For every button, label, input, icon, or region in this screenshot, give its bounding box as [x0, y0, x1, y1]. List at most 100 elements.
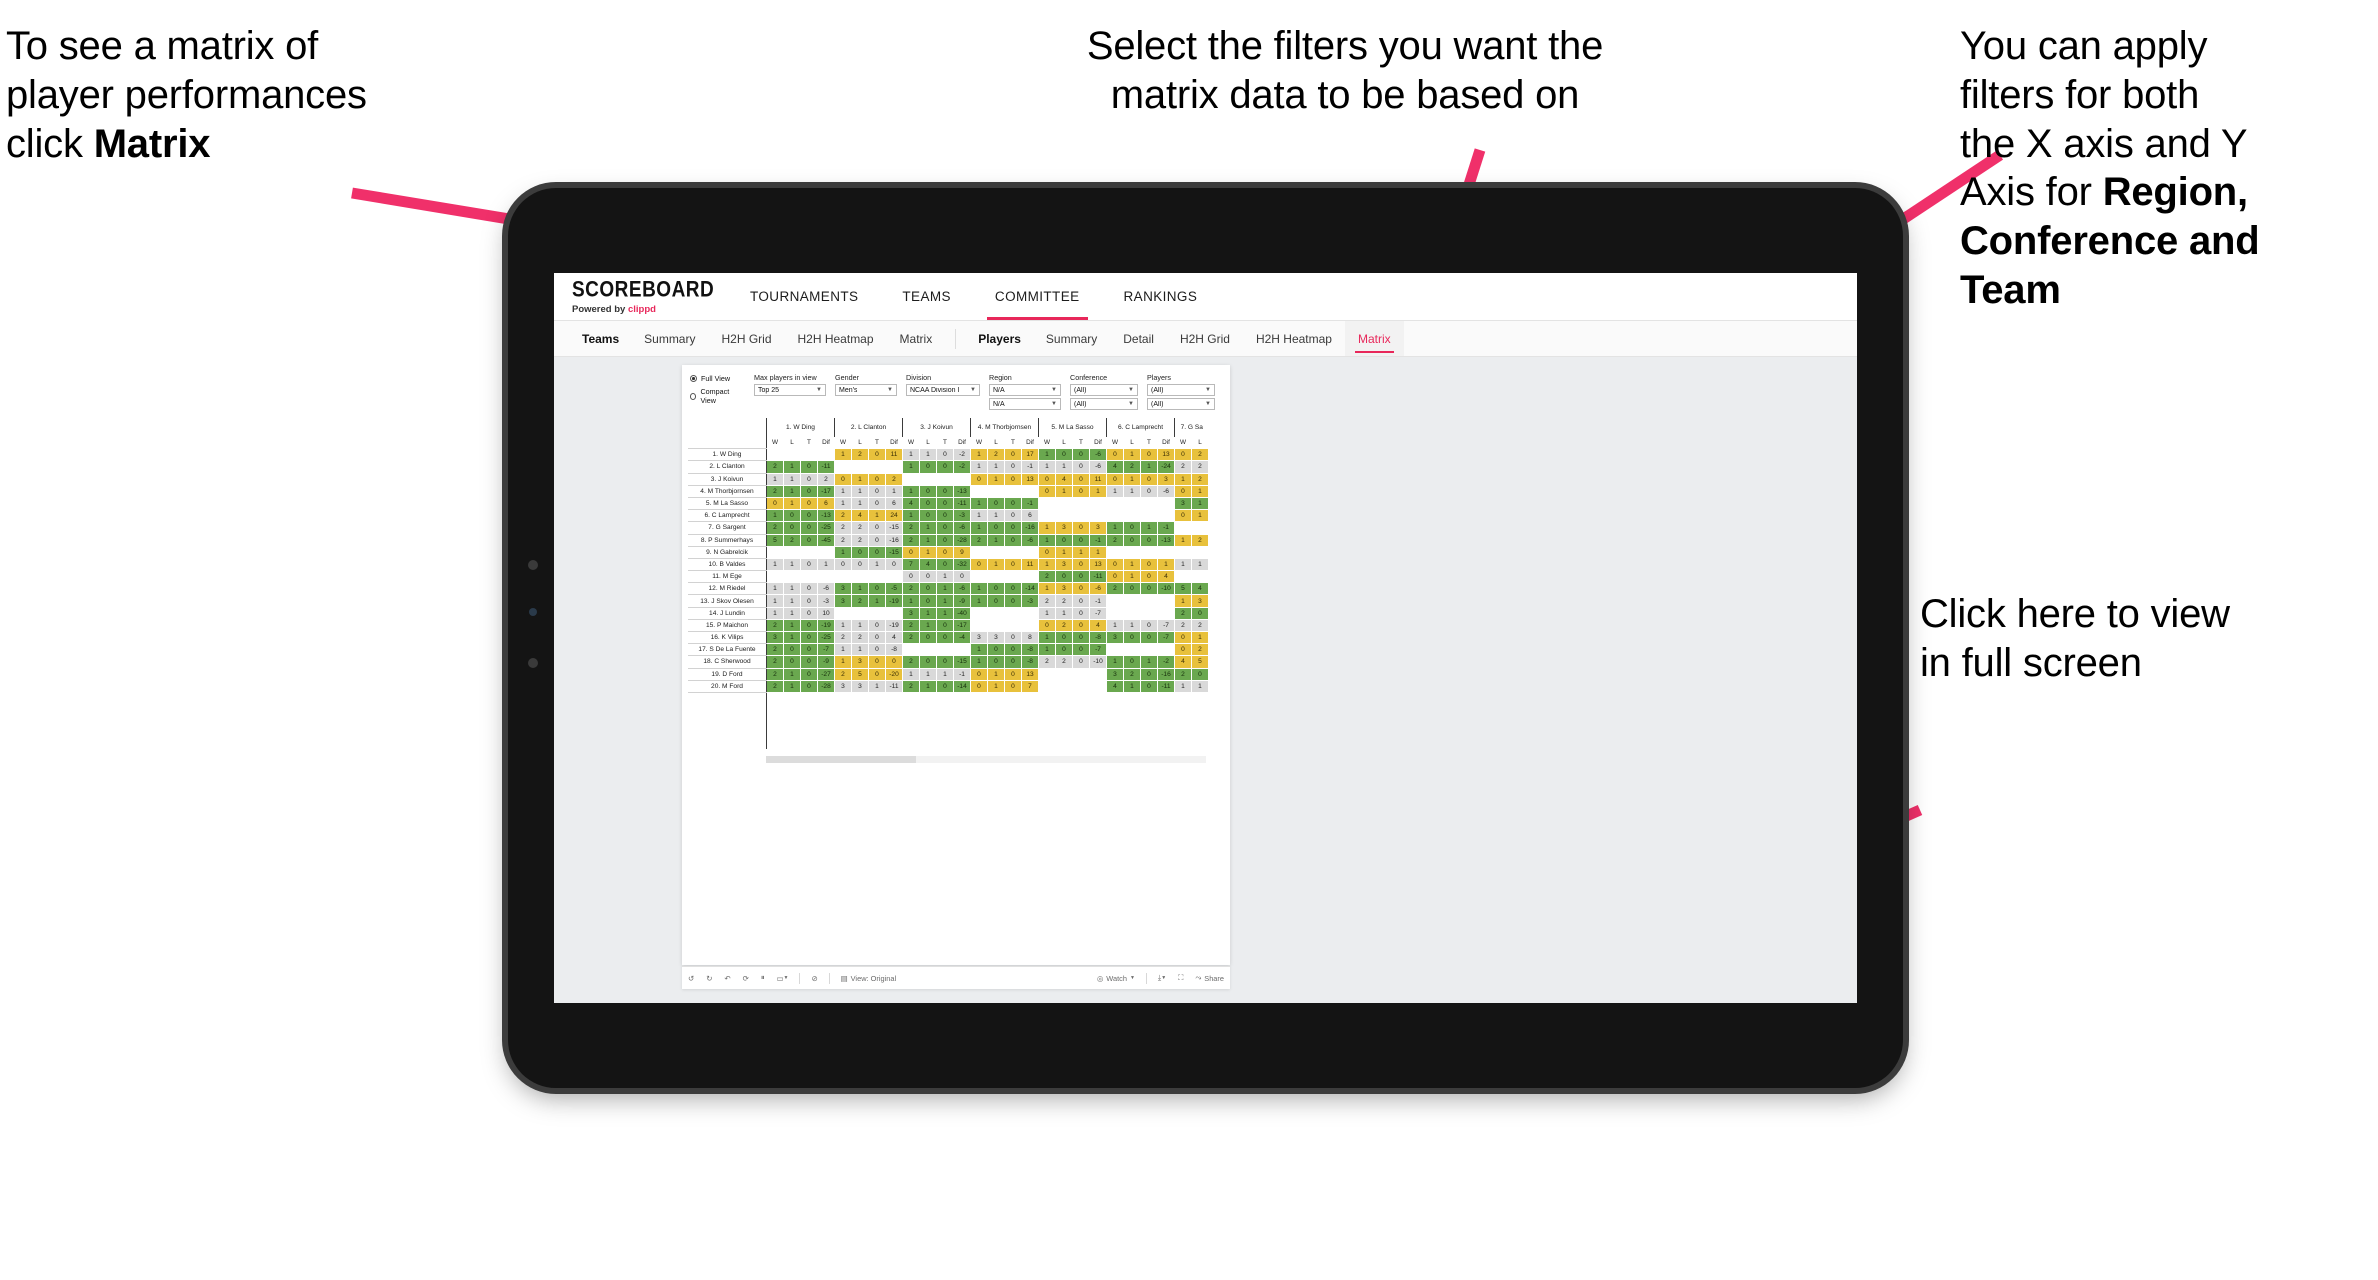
- filter-division-select[interactable]: NCAA Division I ▼: [906, 384, 980, 396]
- fullscreen-icon[interactable]: ⛶: [1178, 973, 1183, 983]
- matrix-cell[interactable]: 1: [902, 594, 920, 608]
- matrix-cell[interactable]: 2: [1191, 460, 1209, 474]
- matrix-cell[interactable]: 5: [766, 533, 784, 547]
- matrix-cell[interactable]: -2: [953, 460, 971, 474]
- matrix-cell[interactable]: 3: [1106, 667, 1124, 681]
- matrix-cell[interactable]: 1: [1174, 679, 1192, 693]
- matrix-cell[interactable]: [1004, 570, 1022, 584]
- matrix-row[interactable]: 1. W Ding 1 2 0 11 1 1 0 -2 1 2 0 17 1 0 0 -6 0 1 0 13 0 2: [688, 448, 1209, 462]
- matrix-cell[interactable]: 0: [868, 643, 886, 657]
- matrix-cell[interactable]: 2: [834, 667, 852, 681]
- matrix-cell[interactable]: 2: [834, 521, 852, 535]
- matrix-row[interactable]: 13. J Skov Olesen 1 1 0 -3 3 2 1 -19 1 0 1 -9 1 0 0 -3 2 2…: [688, 594, 1209, 608]
- tab-players-h2h-grid[interactable]: H2H Grid: [1167, 321, 1243, 356]
- matrix-cell[interactable]: 1: [834, 643, 852, 657]
- matrix-cell[interactable]: 1: [970, 594, 988, 608]
- matrix-cell[interactable]: 0: [987, 582, 1005, 596]
- matrix-cell[interactable]: [1140, 594, 1158, 608]
- matrix-cell[interactable]: 24: [885, 509, 903, 523]
- matrix-cell[interactable]: 0: [1004, 643, 1022, 657]
- matrix-cell[interactable]: 1: [902, 448, 920, 462]
- matrix-cell[interactable]: [1140, 496, 1158, 511]
- matrix-cell[interactable]: 0: [919, 496, 937, 511]
- matrix-cell[interactable]: [1174, 545, 1192, 559]
- matrix-cell[interactable]: 1: [970, 496, 988, 511]
- matrix-cell[interactable]: -45: [817, 533, 835, 547]
- matrix-cell[interactable]: 0: [868, 496, 886, 511]
- matrix-cell[interactable]: [1038, 496, 1056, 511]
- matrix-cell[interactable]: 2: [817, 472, 835, 486]
- matrix-cell[interactable]: [902, 472, 920, 486]
- matrix-cell[interactable]: [1004, 618, 1022, 633]
- matrix-cell[interactable]: 2: [766, 484, 784, 498]
- matrix-cell[interactable]: [834, 570, 852, 584]
- filter-region-select-y[interactable]: N/A ▼: [989, 398, 1061, 410]
- matrix-cell[interactable]: -19: [885, 618, 903, 633]
- matrix-cell[interactable]: 1: [1123, 679, 1141, 693]
- matrix-cell[interactable]: 1: [902, 509, 920, 523]
- matrix-cell[interactable]: 11: [1089, 472, 1107, 486]
- matrix-cell[interactable]: 0: [936, 460, 954, 474]
- matrix-cell[interactable]: 4: [902, 496, 920, 511]
- matrix-cell[interactable]: [1106, 594, 1124, 608]
- radio-compact-view[interactable]: Compact View: [690, 387, 742, 405]
- matrix-cell[interactable]: [1055, 679, 1073, 693]
- tab-teams-h2h-grid[interactable]: H2H Grid: [708, 321, 784, 356]
- matrix-cell[interactable]: 0: [1004, 667, 1022, 681]
- matrix-cell[interactable]: 2: [1191, 472, 1209, 486]
- matrix-cell[interactable]: 0: [936, 521, 954, 535]
- matrix-cell[interactable]: 4: [851, 509, 869, 523]
- matrix-cell[interactable]: 10: [817, 606, 835, 620]
- matrix-cell[interactable]: 0: [1072, 630, 1090, 645]
- matrix-cell[interactable]: 1: [936, 606, 954, 620]
- matrix-cell[interactable]: 1: [987, 533, 1005, 547]
- matrix-cell[interactable]: 2: [902, 521, 920, 535]
- matrix-cell[interactable]: 0: [1004, 533, 1022, 547]
- matrix-cell[interactable]: [1106, 606, 1124, 620]
- matrix-cell[interactable]: -25: [817, 630, 835, 645]
- matrix-cell[interactable]: 0: [800, 557, 818, 572]
- matrix-cell[interactable]: 2: [766, 667, 784, 681]
- matrix-cell[interactable]: 1: [783, 496, 801, 511]
- matrix-cell[interactable]: 1: [766, 594, 784, 608]
- matrix-cell[interactable]: 1: [1123, 557, 1141, 572]
- matrix-cell[interactable]: 1: [919, 606, 937, 620]
- matrix-cell[interactable]: [1123, 496, 1141, 511]
- matrix-row[interactable]: 19. D Ford 2 1 0 -27 2 5 0 -20 1 1 1 -1 0 1 0 13 3 2 0 -16 2 0: [688, 667, 1209, 681]
- matrix-cell[interactable]: 1: [919, 521, 937, 535]
- matrix-cell[interactable]: 2: [987, 448, 1005, 462]
- matrix-cell[interactable]: 0: [1072, 643, 1090, 657]
- matrix-cell[interactable]: -11: [817, 460, 835, 474]
- matrix-cell[interactable]: 2: [1123, 460, 1141, 474]
- matrix-row[interactable]: 3. J Koivun 1 1 0 2 0 1 0 2 0 1 0 13 0 4 0 11 0 1 0 3 1 2: [688, 472, 1209, 486]
- matrix-cell[interactable]: 2: [834, 630, 852, 645]
- matrix-cell[interactable]: 0: [800, 606, 818, 620]
- matrix-cell[interactable]: -4: [953, 630, 971, 645]
- matrix-row[interactable]: 4. M Thorbjornsen 2 1 0 -17 1 1 0 1 1 0 0 -13 0 1 0 1 1 1 0…: [688, 484, 1209, 498]
- matrix-cell[interactable]: 0: [936, 545, 954, 559]
- matrix-cell[interactable]: 3: [834, 582, 852, 596]
- matrix-cell[interactable]: -1: [1089, 594, 1107, 608]
- matrix-cell[interactable]: [885, 606, 903, 620]
- matrix-cell[interactable]: [902, 643, 920, 657]
- matrix-cell[interactable]: 0: [1004, 472, 1022, 486]
- matrix-cell[interactable]: 0: [1174, 509, 1192, 523]
- matrix-cell[interactable]: 0: [1055, 448, 1073, 462]
- matrix-cell[interactable]: [970, 618, 988, 633]
- matrix-cell[interactable]: [1140, 545, 1158, 559]
- matrix-cell[interactable]: -7: [817, 643, 835, 657]
- matrix-cell[interactable]: 0: [1106, 448, 1124, 462]
- matrix-cell[interactable]: 13: [1157, 448, 1175, 462]
- matrix-cell[interactable]: 0: [1140, 484, 1158, 498]
- matrix-cell[interactable]: 2: [851, 630, 869, 645]
- matrix-cell[interactable]: 2: [1191, 618, 1209, 633]
- matrix-cell[interactable]: 2: [1191, 448, 1209, 462]
- matrix-cell[interactable]: 0: [970, 679, 988, 693]
- matrix-cell[interactable]: [1038, 667, 1056, 681]
- matrix-cell[interactable]: [1191, 570, 1209, 584]
- nav-committee[interactable]: COMMITTEE: [973, 273, 1102, 320]
- matrix-cell[interactable]: -2: [953, 448, 971, 462]
- matrix-cell[interactable]: -19: [885, 594, 903, 608]
- matrix-cell[interactable]: 1: [783, 679, 801, 693]
- matrix-cell[interactable]: 0: [1004, 509, 1022, 523]
